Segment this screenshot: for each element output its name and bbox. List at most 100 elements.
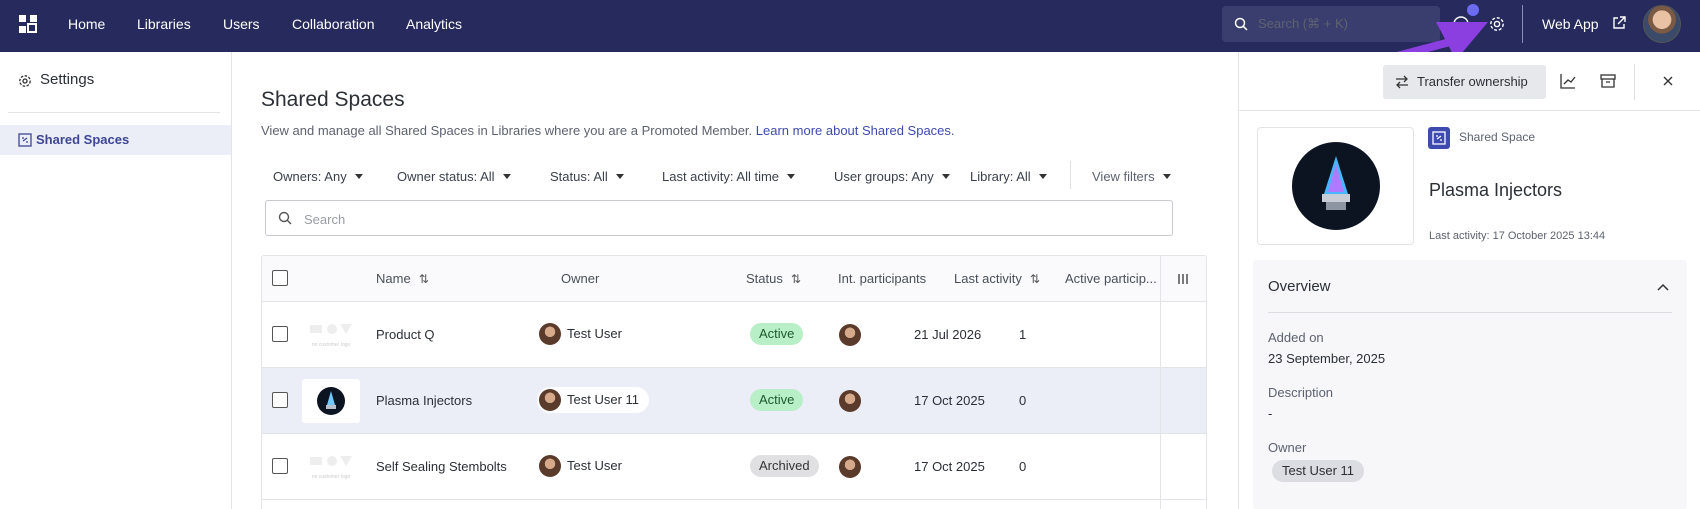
divider — [1522, 5, 1523, 43]
top-navigation-bar: Home Libraries Users Collaboration Analy… — [0, 0, 1700, 52]
view-filters-button[interactable]: View filters — [1092, 169, 1171, 184]
sidebar-item-label: Shared Spaces — [36, 132, 130, 147]
space-logo — [302, 379, 360, 423]
no-logo-placeholder: no customer logo — [302, 313, 360, 357]
overview-title[interactable]: Overview — [1268, 278, 1331, 295]
nav-collaboration[interactable]: Collaboration — [292, 14, 375, 34]
participant-avatar — [839, 456, 861, 478]
nav-libraries[interactable]: Libraries — [137, 14, 191, 34]
search-input[interactable] — [304, 209, 1144, 229]
search-icon — [1234, 17, 1248, 31]
filter-library[interactable]: Library: All — [970, 169, 1047, 184]
nav-users[interactable]: Users — [223, 14, 260, 34]
caret-down-icon — [787, 174, 796, 179]
owner-chip[interactable]: Test User — [537, 453, 632, 479]
description-value: - — [1268, 406, 1273, 421]
chevron-up-icon[interactable] — [1657, 282, 1669, 292]
sidebar-title: Settings — [40, 71, 95, 88]
filter-status[interactable]: Status: All — [550, 169, 624, 184]
shared-space-icon — [1428, 127, 1450, 149]
row-checkbox[interactable] — [272, 392, 288, 408]
nav-home[interactable]: Home — [68, 14, 105, 34]
row-checkbox[interactable] — [272, 326, 288, 342]
row-name: Product Q — [376, 327, 435, 342]
filter-owner-status[interactable]: Owner status: All — [397, 169, 511, 184]
svg-text:no customer logo: no customer logo — [312, 342, 351, 348]
filter-user-groups[interactable]: User groups: Any — [834, 169, 950, 184]
status-badge: Archived — [750, 455, 819, 477]
filter-last-activity[interactable]: Last activity: All time — [662, 169, 796, 184]
participant-avatar — [839, 390, 861, 412]
placeholder-logo-icon: no customer logo — [310, 324, 352, 348]
settings-sidebar: Settings Shared Spaces — [0, 52, 232, 509]
shared-space-icon — [18, 133, 32, 147]
row-active-participants: 0 — [1019, 393, 1027, 408]
column-int-participants: Int. participants — [838, 271, 927, 286]
detail-panel: Transfer ownership Shared Space Plasma I… — [1238, 52, 1700, 509]
table-row[interactable]: no customer logo Product Q Test User Act… — [262, 302, 1206, 368]
column-divider — [1160, 256, 1161, 509]
column-last-activity[interactable]: Last activity ⇅ — [954, 271, 1040, 286]
space-logo-large — [1257, 127, 1414, 245]
caret-down-icon — [941, 174, 950, 179]
page-title: Shared Spaces — [261, 88, 405, 111]
sidebar-item-shared-spaces[interactable]: Shared Spaces — [0, 125, 231, 155]
nav-analytics[interactable]: Analytics — [406, 14, 462, 34]
shared-spaces-table: Name ⇅ Owner Status ⇅ Int. participants La… — [261, 255, 1207, 509]
close-icon[interactable] — [1660, 73, 1676, 89]
table-search[interactable] — [265, 200, 1173, 236]
divider — [1239, 110, 1700, 111]
avatar — [539, 455, 561, 477]
sort-icon[interactable]: ⇅ — [1030, 272, 1040, 286]
row-checkbox[interactable] — [272, 458, 288, 474]
caret-down-icon — [502, 174, 511, 179]
owner-tag[interactable]: Test User 11 — [1272, 460, 1365, 482]
user-avatar[interactable] — [1643, 5, 1681, 43]
owner-chip[interactable]: Test User 11 — [537, 387, 650, 413]
settings-gear-icon[interactable] — [1488, 15, 1506, 33]
caret-down-icon — [354, 174, 363, 179]
caret-down-icon — [1162, 174, 1171, 179]
app-logo-icon[interactable] — [19, 15, 37, 33]
notification-dot — [1467, 4, 1479, 16]
row-name: Plasma Injectors — [376, 393, 473, 408]
table-row-selected[interactable]: Plasma Injectors Test User 11 Active 17 … — [262, 368, 1206, 434]
global-search[interactable]: Search (⌘ + K) — [1222, 6, 1440, 42]
divider — [8, 112, 220, 113]
divider — [1070, 161, 1071, 189]
filter-owners[interactable]: Owners: Any — [273, 169, 363, 184]
web-app-link[interactable]: Web App — [1542, 14, 1599, 34]
description-label: Description — [1268, 385, 1334, 400]
page-description: View and manage all Shared Spaces in Lib… — [261, 123, 955, 138]
row-last-activity: 21 Jul 2026 — [914, 327, 982, 342]
divider — [1268, 312, 1672, 313]
owner-chip[interactable]: Test User — [537, 321, 632, 347]
divider — [1634, 64, 1635, 100]
transfer-ownership-button[interactable]: Transfer ownership — [1383, 65, 1546, 99]
sort-icon[interactable]: ⇅ — [791, 272, 801, 286]
select-all-checkbox[interactable] — [272, 270, 288, 286]
placeholder-logo-icon: no customer logo — [310, 456, 352, 480]
search-label: Search (⌘ + K) — [1258, 16, 1348, 31]
columns-settings-icon[interactable] — [1176, 272, 1190, 286]
status-badge: Active — [750, 389, 804, 411]
learn-more-link[interactable]: Learn more about Shared Spaces. — [756, 123, 955, 138]
owner-label: Owner — [1268, 440, 1307, 455]
help-icon[interactable] — [1452, 15, 1470, 33]
external-link-icon[interactable] — [1612, 16, 1626, 30]
sort-icon[interactable]: ⇅ — [419, 272, 429, 286]
main-content: Shared Spaces View and manage all Shared… — [233, 52, 1237, 509]
table-header: Name ⇅ Owner Status ⇅ Int. participants La… — [262, 256, 1206, 302]
archive-icon[interactable] — [1600, 73, 1616, 89]
table-row[interactable]: no customer logo Self Sealing Stembolts … — [262, 434, 1206, 500]
no-logo-placeholder: no customer logo — [302, 445, 360, 489]
plasma-orb-icon — [1292, 142, 1380, 230]
column-status[interactable]: Status ⇅ — [746, 271, 801, 286]
analytics-chart-icon[interactable] — [1560, 73, 1576, 89]
search-icon — [278, 211, 292, 225]
column-name[interactable]: Name ⇅ — [376, 271, 429, 286]
overview-section: Overview Added on 23 September, 2025 Des… — [1253, 260, 1687, 509]
row-name: Self Sealing Stembolts — [376, 459, 507, 474]
added-on-value: 23 September, 2025 — [1268, 351, 1386, 366]
plasma-logo-icon — [317, 387, 345, 415]
